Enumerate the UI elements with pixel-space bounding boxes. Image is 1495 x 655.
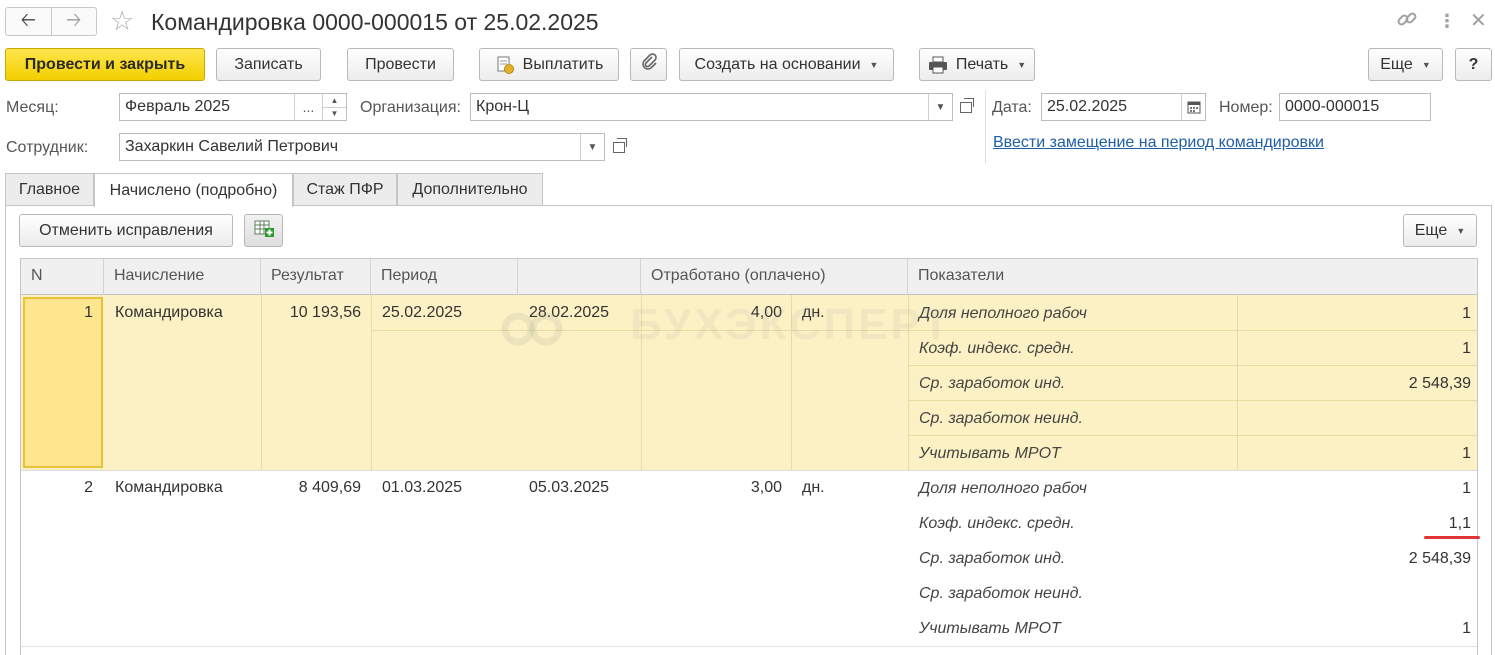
row1-indicator-value[interactable]: 1 xyxy=(1237,304,1471,324)
row2-n: 2 xyxy=(84,479,93,496)
create-based-on-button[interactable]: Создать на основании ▼ xyxy=(679,48,894,81)
help-button[interactable]: ? xyxy=(1455,48,1492,81)
row1-indicator-name: Учитывать МРОТ xyxy=(919,445,1061,462)
row1-indicator-value[interactable]: 2 548,39 xyxy=(1237,374,1471,394)
row1-accrual[interactable]: Командировка xyxy=(115,303,223,323)
row2-indicator-name: Учитывать МРОТ xyxy=(919,620,1061,637)
column-header-accrual[interactable]: Начисление xyxy=(104,259,261,295)
row-divider xyxy=(21,470,1477,471)
row1-date-from[interactable]: 25.02.2025 xyxy=(382,303,462,323)
row2-accrual[interactable]: Командировка xyxy=(115,478,223,498)
row1-indicator-value[interactable]: 1 xyxy=(1237,339,1471,359)
cell-divider xyxy=(908,435,1477,436)
link-icon[interactable] xyxy=(1396,8,1418,37)
attachment-button[interactable] xyxy=(630,48,667,81)
spin-up-icon[interactable]: ▲ xyxy=(323,94,346,107)
column-header-result[interactable]: Результат xyxy=(261,259,371,295)
organization-field[interactable]: Крон-Ц ▼ xyxy=(470,93,953,121)
cell-divider xyxy=(908,400,1477,401)
open-organization-icon[interactable] xyxy=(954,93,978,121)
column-header-worked[interactable]: Отработано (оплачено) xyxy=(641,259,908,295)
dropdown-arrow-icon: ▼ xyxy=(1456,225,1466,236)
post-and-close-button[interactable]: Провести и закрыть xyxy=(5,48,205,81)
post-button[interactable]: Провести xyxy=(347,48,454,81)
organization-label: Организация: xyxy=(360,99,461,116)
add-grid-button[interactable] xyxy=(244,214,283,247)
highlight-underline xyxy=(1424,536,1480,539)
row2-indicator-value[interactable]: 1,1 xyxy=(1237,514,1471,534)
row1-indicator-name: Ср. заработок неинд. xyxy=(919,410,1083,427)
dropdown-arrow-icon: ▼ xyxy=(1017,59,1027,70)
row2-indicator-value[interactable]: 2 548,39 xyxy=(1237,549,1471,569)
back-arrow-icon[interactable]: 🡠 xyxy=(6,8,51,35)
forward-arrow-icon[interactable]: 🡢 xyxy=(50,8,97,35)
number-field[interactable]: 0000-000015 xyxy=(1279,93,1431,121)
date-label: Дата: xyxy=(992,99,1032,116)
month-select-button[interactable]: ... xyxy=(294,94,322,120)
employee-label: Сотрудник: xyxy=(6,139,89,156)
month-spinner[interactable]: ▲ ▼ xyxy=(322,94,346,120)
calendar-icon[interactable] xyxy=(1181,94,1205,120)
paperclip-icon xyxy=(640,52,658,77)
dropdown-arrow-icon: ▼ xyxy=(1421,59,1431,70)
column-header-period[interactable]: Период xyxy=(371,259,518,295)
employee-field[interactable]: Захаркин Савелий Петрович ▼ xyxy=(119,133,605,161)
row2-date-from[interactable]: 01.03.2025 xyxy=(382,478,462,498)
row1-result[interactable]: 10 193,56 xyxy=(261,303,361,323)
row1-indicator-value[interactable]: 1 xyxy=(1237,444,1471,464)
save-button[interactable]: Записать xyxy=(216,48,321,81)
table-add-icon xyxy=(253,218,275,243)
row1-indicator-name: Ср. заработок инд. xyxy=(919,375,1066,392)
row2-indicator-name: Ср. заработок неинд. xyxy=(919,585,1083,602)
tab-additional[interactable]: Дополнительно xyxy=(397,173,543,206)
date-field[interactable]: 25.02.2025 xyxy=(1041,93,1206,121)
more-vertical-icon[interactable]: ⋮ xyxy=(1438,8,1456,34)
row2-result[interactable]: 8 409,69 xyxy=(261,478,361,498)
print-button[interactable]: Печать ▼ xyxy=(919,48,1035,81)
row-divider xyxy=(21,646,1477,647)
payment-document-icon xyxy=(495,55,515,75)
row2-indicator-name: Доля неполного рабоч xyxy=(919,480,1087,497)
tab-accrued-detailed[interactable]: Начислено (подробно) xyxy=(94,173,293,207)
column-header-period-end[interactable] xyxy=(518,259,641,295)
row1-n: 1 xyxy=(84,304,93,321)
column-header-n[interactable]: N xyxy=(21,259,104,295)
vertical-divider xyxy=(985,90,986,164)
month-field[interactable]: Февраль 2025 ... ▲ ▼ xyxy=(119,93,347,121)
row2-indicator-value[interactable]: 1 xyxy=(1237,479,1471,499)
watermark: БУХЭКСПЕРТ xyxy=(630,300,953,349)
open-employee-icon[interactable] xyxy=(607,133,631,161)
watermark-logo-icon xyxy=(501,312,563,346)
number-label: Номер: xyxy=(1219,99,1273,116)
row2-indicator-value[interactable]: 1 xyxy=(1237,619,1471,639)
cell-divider xyxy=(908,365,1477,366)
cancel-corrections-button[interactable]: Отменить исправления xyxy=(19,214,233,247)
navigation-buttons: 🡠 🡢 xyxy=(5,7,97,36)
panel-more-button[interactable]: Еще ▼ xyxy=(1403,214,1477,247)
pay-button[interactable]: Выплатить xyxy=(479,48,619,81)
dropdown-arrow-icon[interactable]: ▼ xyxy=(928,94,952,120)
tab-pension-experience[interactable]: Стаж ПФР xyxy=(293,173,397,206)
enter-substitution-link[interactable]: Ввести замещение на период командировки xyxy=(993,134,1324,152)
close-icon[interactable]: ✕ xyxy=(1470,8,1487,34)
cell-divider xyxy=(371,295,372,470)
row2-worked[interactable]: 3,00 xyxy=(641,478,782,498)
printer-icon xyxy=(928,56,948,74)
row2-indicator-name: Ср. заработок инд. xyxy=(919,550,1066,567)
row2-indicator-name: Коэф. индекс. средн. xyxy=(919,515,1075,532)
column-header-indicators[interactable]: Показатели xyxy=(908,259,1477,295)
dropdown-arrow-icon[interactable]: ▼ xyxy=(580,134,604,160)
month-label: Месяц: xyxy=(6,99,59,116)
row2-date-to[interactable]: 05.03.2025 xyxy=(529,478,609,498)
tab-main[interactable]: Главное xyxy=(5,173,94,206)
window-title: Командировка 0000-000015 от 25.02.2025 xyxy=(151,9,599,35)
favorite-star-icon[interactable]: ☆ xyxy=(110,6,134,36)
spin-down-icon[interactable]: ▼ xyxy=(323,106,346,121)
more-button[interactable]: Еще ▼ xyxy=(1368,48,1443,81)
row2-unit: дн. xyxy=(802,479,825,496)
dropdown-arrow-icon: ▼ xyxy=(869,59,879,70)
